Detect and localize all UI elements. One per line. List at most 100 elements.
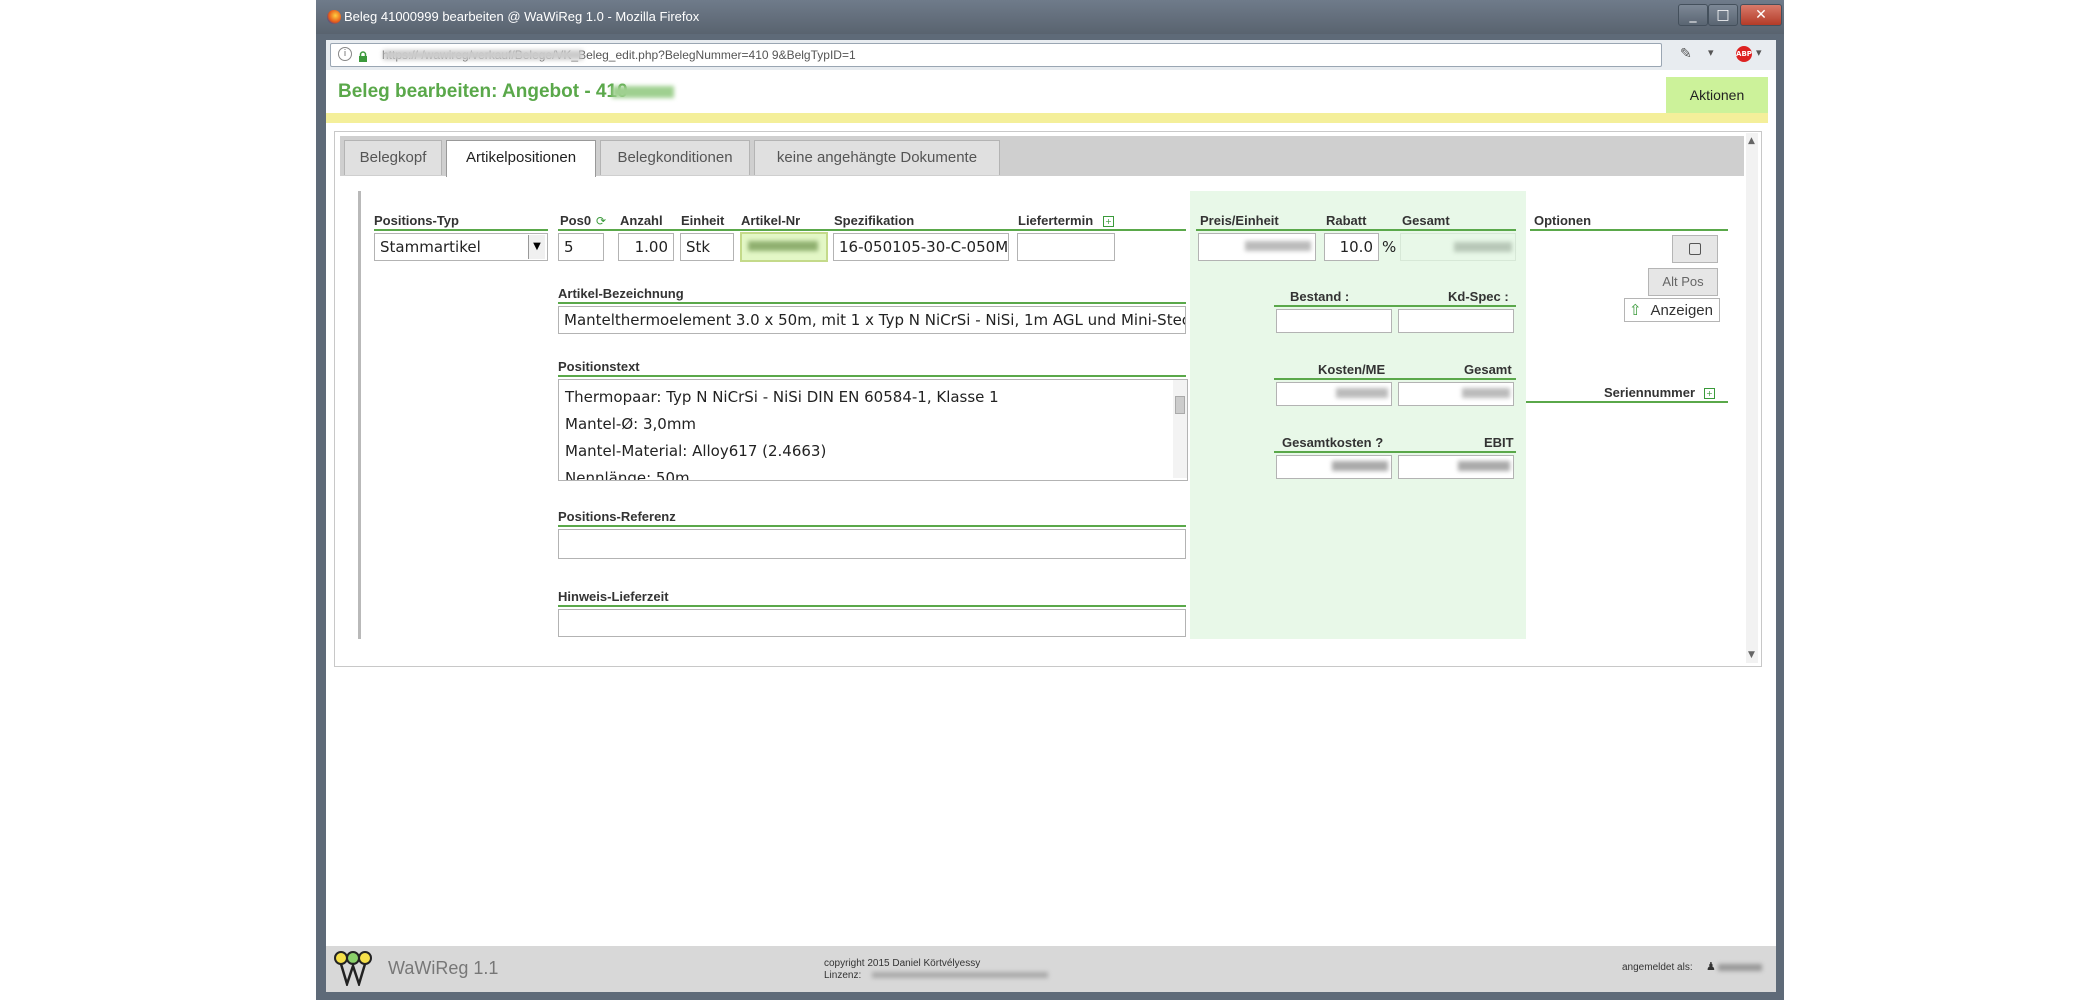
rabatt-label: Rabatt — [1326, 213, 1367, 228]
underline — [1274, 305, 1516, 307]
maximize-button[interactable]: □ — [1708, 4, 1738, 26]
ebit-label: EBIT — [1484, 435, 1514, 450]
seriennummer-label: Seriennummer — [1604, 385, 1696, 400]
gesamt-label: Gesamt — [1402, 213, 1450, 228]
pos0-label: Pos0 — [560, 213, 592, 228]
anzahl-label: Anzahl — [620, 213, 663, 228]
positionstext-line: Nennlänge: 50m — [565, 469, 690, 481]
textarea-scrollbar[interactable] — [1173, 380, 1187, 478]
footer-angemeldet: angemeldet als: — [1622, 962, 1693, 973]
artikel-bez-input[interactable]: Mantelthermoelement 3.0 x 50m, mit 1 x T… — [558, 306, 1186, 334]
gesamtkosten-redacted — [1332, 461, 1388, 473]
refresh-icon[interactable]: ⟳ — [596, 214, 606, 228]
anzahl-input[interactable]: 1.00 — [618, 233, 674, 261]
underline — [558, 525, 1186, 527]
footer-app-name: WaWiReg 1.1 — [388, 958, 499, 978]
chevron-down-icon[interactable]: ▾ — [1708, 46, 1714, 59]
artikel-nr-redacted — [748, 241, 818, 253]
liefertermin-input[interactable] — [1017, 233, 1115, 261]
kdspec-label: Kd-Spec : — [1448, 289, 1509, 304]
lizenz-redacted — [872, 972, 1048, 980]
left-divider — [358, 191, 361, 639]
underline — [1526, 401, 1728, 403]
upload-icon: ⇧ — [1629, 302, 1642, 319]
firefox-icon — [327, 10, 341, 24]
url-redacted — [383, 48, 583, 60]
scrollbar[interactable] — [1746, 133, 1758, 663]
bestand-input[interactable] — [1276, 309, 1392, 333]
kdspec-input[interactable] — [1398, 309, 1514, 333]
info-icon[interactable]: i — [338, 47, 352, 61]
einheit-label: Einheit — [681, 213, 725, 228]
rabatt-input[interactable]: 10.0 — [1324, 233, 1379, 261]
tab-belegkonditionen[interactable]: Belegkonditionen — [600, 140, 750, 175]
positionstext-line: Mantel-Material: Alloy617 (2.4663) — [565, 442, 827, 460]
footer — [326, 946, 1776, 992]
ebit-redacted — [1458, 461, 1510, 473]
optionen-label: Optionen — [1534, 213, 1592, 228]
minimize-button[interactable]: _ — [1678, 4, 1708, 26]
user-redacted — [1718, 964, 1762, 972]
anzeigen-label: Anzeigen — [1650, 302, 1713, 319]
spezifikation-label: Spezifikation — [834, 213, 915, 228]
page-title: Beleg bearbeiten: Angebot - 410 — [338, 81, 628, 102]
wawireg-logo — [333, 950, 373, 989]
square-icon — [1689, 243, 1701, 255]
positionstext-label: Positionstext — [558, 359, 640, 374]
add-icon[interactable]: + — [1103, 216, 1114, 227]
scroll-down-icon[interactable]: ▼ — [1748, 650, 1755, 660]
footer-lizenz: Linzenz: — [824, 970, 862, 981]
gesamtkosten-label: Gesamtkosten ? — [1282, 435, 1384, 450]
preis-label: Preis/Einheit — [1200, 213, 1279, 228]
lock-icon — [358, 48, 368, 62]
gesamt-redacted — [1454, 242, 1512, 254]
underline — [1274, 378, 1516, 380]
bestand-label: Bestand : — [1290, 289, 1350, 304]
einheit-input[interactable]: Stk — [680, 233, 734, 261]
rabatt-unit: % — [1382, 238, 1397, 256]
user-icon: ♟ — [1706, 960, 1716, 973]
extension-icon[interactable]: ✎ — [1680, 46, 1692, 62]
chevron-down-icon-select[interactable]: ▼ — [528, 235, 545, 259]
positionstext-textarea[interactable]: Thermopaar: Typ N NiCrSi - NiSi DIN EN 6… — [558, 379, 1188, 481]
close-window-button[interactable]: ✕ — [1740, 4, 1782, 26]
underline — [1530, 229, 1728, 231]
positions-ref-textarea[interactable] — [558, 529, 1186, 559]
footer-copyright: copyright 2015 Daniel Körtvélyessy — [824, 958, 981, 969]
positionstext-line: Thermopaar: Typ N NiCrSi - NiSi DIN EN 6… — [565, 388, 999, 406]
positionstext-line: Mantel-Ø: 3,0mm — [565, 415, 697, 433]
tab-artikelpositionen[interactable]: Artikelpositionen — [446, 140, 596, 177]
spezifikation-input[interactable]: 16-050105-30-C-050M — [833, 233, 1009, 261]
tab-dokumente[interactable]: keine angehängte Dokumente — [754, 140, 1000, 175]
underline — [558, 229, 1186, 231]
aktionen-button[interactable]: Aktionen — [1666, 77, 1768, 113]
adblock-icon[interactable]: ABP — [1736, 46, 1752, 62]
alt-pos-button[interactable]: Alt Pos — [1648, 268, 1718, 296]
window-title: Beleg 41000999 bearbeiten @ WaWiReg 1.0 … — [344, 9, 700, 24]
hinweis-input[interactable] — [558, 609, 1186, 637]
underline — [558, 605, 1186, 607]
kosten-me-label: Kosten/ME — [1318, 362, 1386, 377]
underline — [558, 375, 1186, 377]
pos0-input[interactable]: 5 — [558, 233, 604, 261]
tab-belegkopf[interactable]: Belegkopf — [344, 140, 442, 175]
underline — [374, 229, 548, 231]
add-serial-icon[interactable]: + — [1704, 388, 1715, 399]
scroll-up-icon[interactable]: ▲ — [1748, 136, 1755, 146]
underline — [558, 302, 1186, 304]
preis-redacted — [1245, 241, 1311, 253]
artikel-nr-label: Artikel-Nr — [741, 213, 801, 228]
header-bar — [326, 113, 1768, 123]
underline — [1196, 229, 1516, 231]
option-checkbox-button[interactable] — [1672, 235, 1718, 263]
anzeigen-button[interactable]: ⇧ Anzeigen — [1624, 298, 1720, 322]
kosten-redacted — [1336, 388, 1388, 400]
positions-ref-label: Positions-Referenz — [558, 509, 676, 524]
positions-typ-select[interactable]: Stammartikel — [374, 233, 548, 261]
redacted-number — [612, 86, 674, 100]
liefertermin-label: Liefertermin — [1018, 213, 1094, 228]
gesamt2-label: Gesamt — [1464, 362, 1512, 377]
positions-typ-label: Positions-Typ — [374, 213, 459, 228]
chevron-down-icon-2[interactable]: ▾ — [1756, 46, 1762, 59]
artikel-bez-label: Artikel-Bezeichnung — [558, 286, 684, 301]
